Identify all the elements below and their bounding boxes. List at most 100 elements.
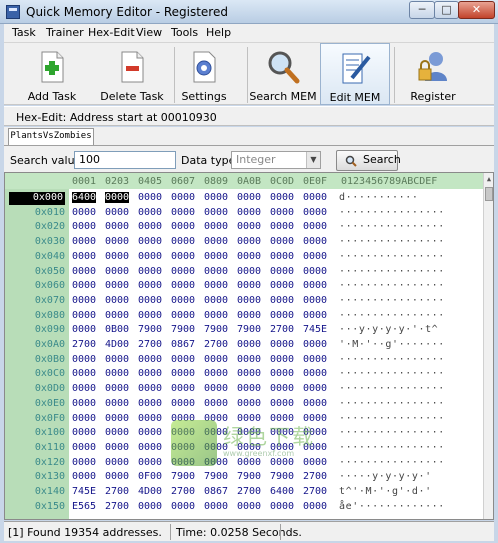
hex-row-ascii[interactable]: '·M·'··g'······· (339, 339, 445, 350)
hex-cell[interactable]: 0000 (72, 398, 96, 409)
hex-cell[interactable]: 0000 (138, 310, 162, 321)
hex-cell[interactable]: 0867 (171, 339, 195, 350)
hex-cell[interactable]: 0000 (105, 251, 129, 262)
hex-cell[interactable]: 0000 (237, 457, 261, 468)
hex-cell[interactable]: 0000 (237, 280, 261, 291)
hex-cell[interactable]: 0000 (303, 221, 327, 232)
hex-cell[interactable]: 0000 (303, 266, 327, 277)
hex-cell[interactable]: 0000 (270, 280, 294, 291)
menu-tools[interactable]: Tools (171, 26, 198, 39)
hex-cell[interactable]: 0000 (105, 427, 129, 438)
hex-cell[interactable]: 0000 (138, 251, 162, 262)
hex-cell[interactable]: E565 (72, 501, 96, 512)
hex-cell[interactable]: 0000 (270, 339, 294, 350)
hex-cell[interactable]: 2700 (171, 486, 195, 497)
hex-row[interactable]: 0x0A0 2700 4D00 2700 0867 2700 0000 0000 0000 '·M… (5, 339, 483, 354)
data-type-select[interactable]: Integer ▼ (231, 151, 321, 169)
hex-cell[interactable]: 0000 (72, 207, 96, 218)
hex-row-ascii[interactable]: t^'·M·'·g'·d·' (339, 486, 432, 497)
vertical-scrollbar[interactable]: ▲ (483, 173, 493, 519)
hex-cell[interactable]: 0000 (204, 280, 228, 291)
hex-row-ascii[interactable]: ················ (339, 207, 445, 218)
scroll-thumb[interactable] (485, 187, 493, 201)
hex-cell[interactable]: 4D00 (138, 486, 162, 497)
hex-cell[interactable]: 2700 (303, 471, 327, 482)
hex-cell[interactable]: 0000 (72, 221, 96, 232)
hex-cell[interactable]: 0000 (72, 310, 96, 321)
hex-cell[interactable]: 0000 (303, 398, 327, 409)
hex-cell[interactable]: 0000 (303, 368, 327, 379)
hex-cell[interactable]: 0000 (138, 236, 162, 247)
hex-row-ascii[interactable]: ················ (339, 398, 445, 409)
hex-cell[interactable]: 0867 (204, 486, 228, 497)
hex-cell[interactable]: 0000 (237, 354, 261, 365)
search-value-input[interactable]: 100 (74, 151, 176, 169)
hex-cell[interactable]: 0000 (138, 192, 162, 203)
maximize-button[interactable]: □ (434, 1, 459, 19)
menu-hex-edit[interactable]: Hex-Edit (88, 26, 135, 39)
hex-cell[interactable]: 6400 (72, 192, 97, 203)
hex-cell[interactable]: 0000 (303, 251, 327, 262)
hex-cell[interactable]: 0000 (72, 442, 96, 453)
hex-cell[interactable]: 0000 (270, 266, 294, 277)
hex-cell[interactable]: 0000 (138, 413, 162, 424)
hex-cell[interactable]: 7900 (204, 324, 228, 335)
hex-cell[interactable]: 0000 (270, 236, 294, 247)
hex-cell[interactable]: 0000 (105, 295, 129, 306)
hex-cell[interactable]: 7900 (204, 471, 228, 482)
hex-cell[interactable]: 0B00 (105, 324, 129, 335)
hex-cell[interactable]: 745E (303, 324, 327, 335)
hex-cell[interactable]: 0000 (171, 354, 195, 365)
hex-cell[interactable]: 0000 (270, 310, 294, 321)
hex-cell[interactable]: 0000 (138, 295, 162, 306)
hex-cell[interactable]: 0000 (303, 354, 327, 365)
hex-cell[interactable]: 0000 (105, 310, 129, 321)
hex-cell[interactable]: 7900 (237, 324, 261, 335)
hex-cell[interactable]: 0000 (270, 251, 294, 262)
hex-cell[interactable]: 0000 (171, 266, 195, 277)
hex-cell[interactable]: 0000 (105, 383, 129, 394)
hex-row-ascii[interactable]: åe'············· (339, 501, 445, 512)
hex-cell[interactable]: 0000 (303, 207, 327, 218)
hex-cell[interactable]: 0000 (270, 398, 294, 409)
hex-cell[interactable]: 0000 (237, 266, 261, 277)
hex-cell[interactable]: 0000 (72, 354, 96, 365)
hex-cell[interactable]: 0000 (171, 501, 195, 512)
hex-row-ascii[interactable]: d··········· (339, 192, 418, 203)
hex-cell[interactable]: 0000 (270, 207, 294, 218)
hex-cell[interactable]: 0000 (105, 280, 129, 291)
hex-cell[interactable]: 0000 (72, 236, 96, 247)
delete-task-button[interactable]: Delete Task (92, 43, 172, 105)
hex-cell[interactable]: 0000 (204, 398, 228, 409)
hex-cell[interactable]: 0000 (204, 207, 228, 218)
hex-cell[interactable]: 0000 (303, 310, 327, 321)
hex-cell[interactable]: 0000 (204, 368, 228, 379)
edit-mem-button[interactable]: Edit MEM (320, 43, 390, 105)
hex-cell[interactable]: 0000 (72, 280, 96, 291)
hex-row-ascii[interactable]: ················ (339, 295, 445, 306)
hex-cell[interactable]: 0000 (72, 457, 96, 468)
hex-cell[interactable]: 0000 (72, 368, 96, 379)
hex-cell[interactable]: 0000 (204, 295, 228, 306)
hex-cell[interactable]: 0000 (237, 368, 261, 379)
hex-cell[interactable]: 0000 (72, 427, 96, 438)
hex-cell[interactable]: 0000 (105, 442, 129, 453)
hex-cell[interactable]: 2700 (105, 501, 129, 512)
hex-cell[interactable]: 0000 (105, 236, 129, 247)
hex-cell[interactable]: 0000 (105, 354, 129, 365)
hex-row[interactable]: 0x130 0000 0000 0F00 7900 7900 7900 7900 2700 ···… (5, 471, 483, 486)
hex-cell[interactable]: 0000 (303, 339, 327, 350)
hex-cell[interactable]: 0000 (303, 501, 327, 512)
hex-cell[interactable]: 0000 (171, 295, 195, 306)
hex-cell[interactable]: 0000 (72, 251, 96, 262)
hex-cell[interactable]: 0000 (204, 221, 228, 232)
hex-cell[interactable]: 0000 (204, 501, 228, 512)
hex-cell[interactable]: 0000 (303, 236, 327, 247)
hex-cell[interactable]: 0000 (138, 427, 162, 438)
hex-row[interactable]: 0x020 0000 0000 0000 0000 0000 0000 0000 0000 ···… (5, 221, 483, 236)
hex-cell[interactable]: 0000 (237, 501, 261, 512)
hex-cell[interactable]: 0000 (270, 457, 294, 468)
hex-row-ascii[interactable]: ·····y·y·y·y·' (339, 471, 432, 482)
hex-cell[interactable]: 0000 (171, 236, 195, 247)
hex-row[interactable]: 0x150 E565 2700 0000 0000 0000 0000 0000 0000 åe'… (5, 501, 483, 516)
